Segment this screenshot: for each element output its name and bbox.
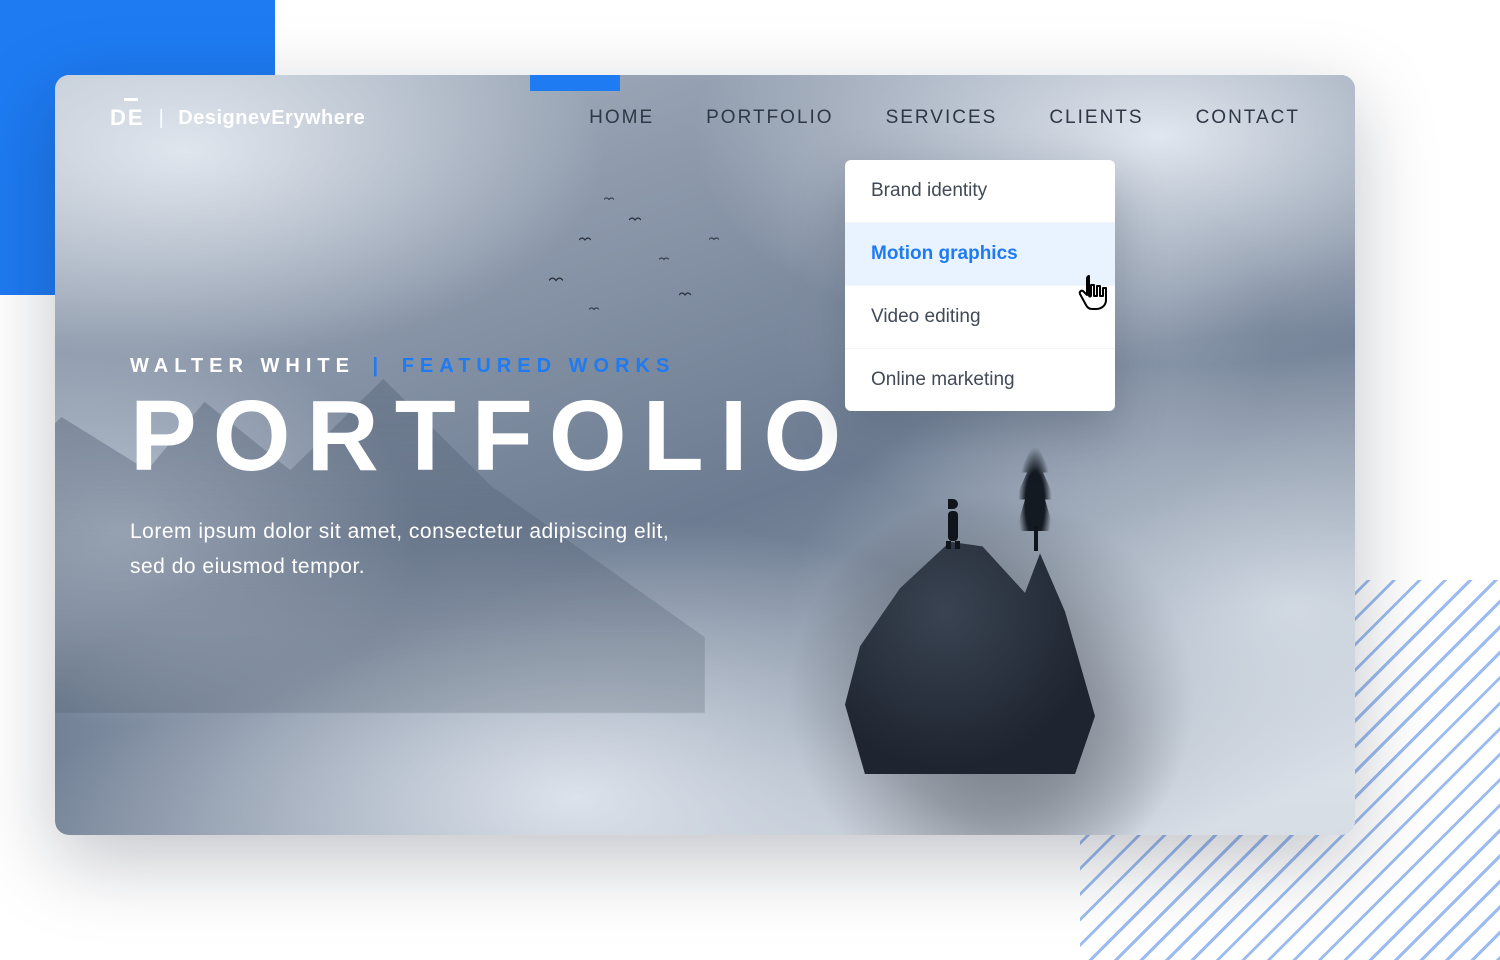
logo-name: DesignevErywhere	[178, 107, 365, 130]
hero-text-block: WALTER WHITE | FEATURED WORKS PORTFOLIO …	[130, 355, 857, 584]
main-nav: HOME PORTFOLIO SERVICES CLIENTS CONTACT	[589, 107, 1300, 129]
hero-subtitle: Lorem ipsum dolor sit amet, consectetur …	[130, 515, 670, 584]
logo[interactable]: DE | DesignevErywhere	[110, 105, 365, 131]
hero-title: PORTFOLIO	[130, 384, 857, 489]
hero-eyebrow: WALTER WHITE | FEATURED WORKS	[130, 355, 857, 378]
services-dropdown: Brand identity Motion graphics Video edi…	[845, 160, 1115, 411]
dropdown-item-online-marketing[interactable]: Online marketing	[845, 349, 1115, 411]
eyebrow-separator: |	[373, 355, 385, 377]
logo-separator: |	[159, 107, 165, 130]
eyebrow-primary: WALTER WHITE	[130, 355, 355, 377]
header: DE | DesignevErywhere HOME PORTFOLIO SER…	[55, 75, 1355, 131]
eyebrow-accent: FEATURED WORKS	[402, 355, 676, 377]
background-birds	[549, 197, 749, 317]
dropdown-item-video-editing[interactable]: Video editing	[845, 286, 1115, 349]
nav-portfolio[interactable]: PORTFOLIO	[706, 107, 833, 129]
dropdown-item-brand-identity[interactable]: Brand identity	[845, 160, 1115, 223]
nav-contact[interactable]: CONTACT	[1196, 107, 1300, 129]
nav-services[interactable]: SERVICES	[886, 107, 998, 129]
dropdown-item-motion-graphics[interactable]: Motion graphics	[845, 223, 1115, 286]
nav-clients[interactable]: CLIENTS	[1049, 107, 1143, 129]
background-rock-peak	[845, 464, 1095, 774]
nav-home[interactable]: HOME	[589, 107, 654, 129]
hero-card: DE | DesignevErywhere HOME PORTFOLIO SER…	[55, 75, 1355, 835]
logo-mark: DE	[110, 105, 145, 131]
